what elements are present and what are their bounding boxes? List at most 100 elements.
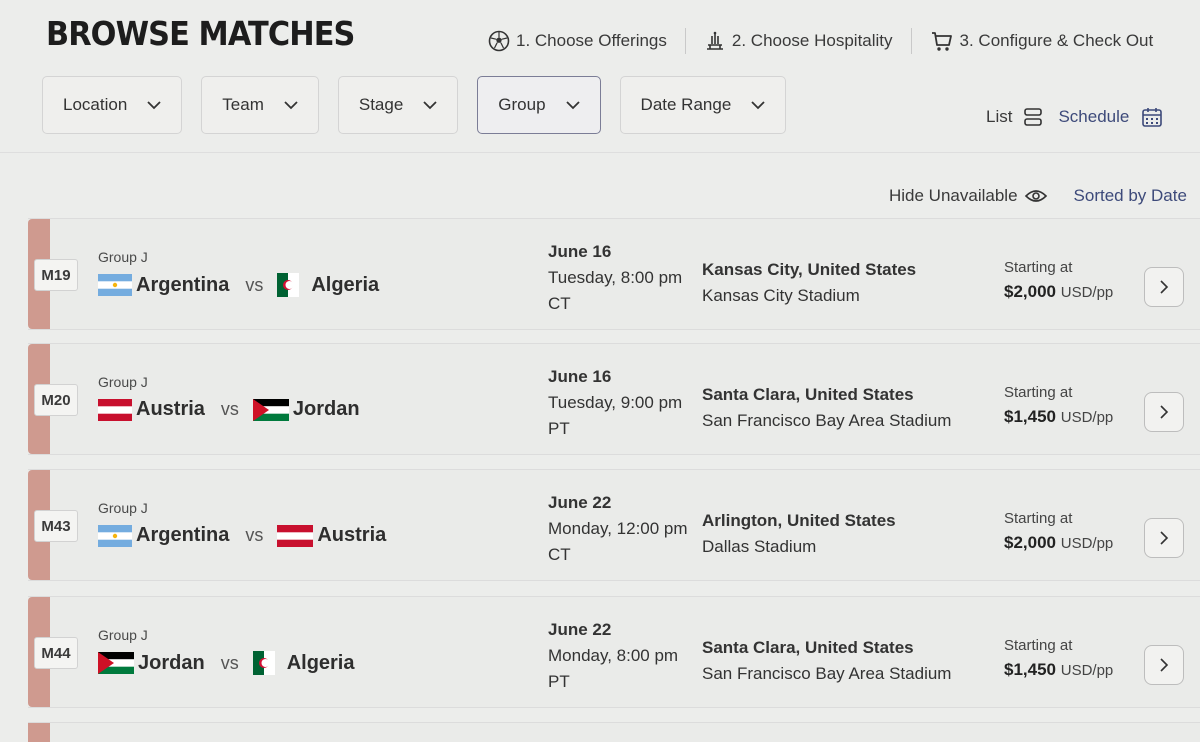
match-date-day: June 16 — [548, 242, 612, 261]
venue-stadium: San Francisco Bay Area Stadium — [702, 664, 952, 683]
group-label: Group J — [98, 500, 148, 516]
filter-label: Group — [498, 95, 546, 114]
filter-stage[interactable]: Stage — [337, 76, 459, 134]
price-unit: USD/pp — [1060, 535, 1114, 552]
filter-label: Stage — [358, 95, 404, 114]
team-1-name: Argentina — [136, 273, 230, 296]
match-day-time: Tuesday, 9:00 pm — [548, 393, 683, 412]
schedule-view-label: Schedule — [1058, 107, 1130, 126]
team-2-name: Austria — [317, 524, 387, 546]
price-amount-line: $1,450 USD/pp — [1004, 407, 1113, 427]
match-date-day: June 22 — [548, 493, 612, 512]
price-amount: $1,450 — [1004, 407, 1056, 426]
team-1-name: Austria — [136, 398, 205, 420]
list-icon — [1024, 108, 1043, 126]
match-id-badge: M44 — [34, 637, 78, 669]
hide-unavailable-label: Hide Unavailable — [889, 186, 1018, 205]
match-date: June 16 Tuesday, 9:00 pm PT — [548, 364, 682, 442]
match-date-day: June 16 — [548, 367, 612, 386]
group-label: Group J — [98, 374, 148, 390]
list-view-button[interactable]: List — [986, 107, 1044, 127]
hospitality-icon — [706, 31, 723, 50]
match-venue: Santa Clara, United States San Francisco… — [702, 382, 951, 434]
match-row[interactable]: M43 Group J Argentina vs Austria June 22… — [28, 469, 1200, 581]
price-unit: USD/pp — [1060, 409, 1114, 426]
view-toggle: List Schedule — [986, 106, 1163, 128]
algeria-flag-icon — [252, 651, 275, 675]
venue-stadium: Kansas City Stadium — [702, 286, 860, 305]
step-label: 2. Choose Hospitality — [731, 31, 893, 50]
team-2-name: Jordan — [292, 398, 360, 420]
match-price: Starting at $2,000 USD/pp — [1004, 259, 1113, 302]
match-day-time: Monday, 8:00 pm — [548, 646, 679, 665]
group-label: Group J — [98, 249, 148, 265]
open-match-button[interactable] — [1144, 267, 1184, 307]
match-row[interactable]: M20 Group J Austria vs Jordan June 16 Tu… — [28, 343, 1200, 455]
step-choose-offerings[interactable]: 1. Choose Offerings — [488, 30, 667, 52]
price-amount-line: $1,450 USD/pp — [1004, 660, 1113, 680]
chevron-right-icon — [1160, 405, 1169, 419]
price-label: Starting at — [1004, 637, 1073, 654]
vs-label: vs — [220, 399, 239, 419]
group-label: Group J — [98, 627, 148, 643]
price-amount-line: $2,000 USD/pp — [1004, 282, 1113, 302]
match-day-time: Monday, 12:00 pm — [548, 519, 688, 538]
match-timezone: PT — [548, 419, 570, 438]
venue-city: Arlington, United States — [702, 511, 896, 530]
team-1-name: Jordan — [138, 651, 205, 674]
step-configure-checkout[interactable]: 3. Configure & Check Out — [930, 30, 1153, 52]
team-2-name: Algeria — [311, 273, 380, 296]
row-accent-stripe — [28, 723, 50, 742]
match-date-day: June 22 — [548, 620, 612, 639]
filter-date-range[interactable]: Date Range — [619, 76, 787, 134]
match-price: Starting at $2,000 USD/pp — [1004, 510, 1113, 553]
hide-unavailable-toggle[interactable]: Hide Unavailable — [889, 186, 1048, 206]
austria-flag-icon — [98, 398, 132, 421]
chevron-down-icon — [284, 100, 298, 109]
open-match-button[interactable] — [1144, 518, 1184, 558]
austria-flag-icon — [277, 524, 314, 547]
filter-location[interactable]: Location — [42, 76, 183, 134]
match-venue: Kansas City, United States Kansas City S… — [702, 257, 916, 309]
step-divider — [910, 28, 912, 54]
filter-label: Team — [222, 95, 264, 114]
checkout-steps: 1. Choose Offerings 2. Choose Hospitalit… — [488, 28, 1153, 54]
team-2-name: Algeria — [286, 651, 355, 674]
match-day-time: Tuesday, 8:00 pm — [548, 268, 683, 287]
team-1-name: Argentina — [136, 524, 230, 546]
chevron-right-icon — [1160, 280, 1169, 294]
match-teams: Jordan vs Algeria — [98, 651, 355, 675]
jordan-flag-icon — [98, 652, 134, 674]
page-title: BROWSE MATCHES — [46, 14, 355, 53]
match-venue: Arlington, United States Dallas Stadium — [702, 508, 896, 560]
price-unit: USD/pp — [1060, 284, 1114, 301]
price-amount: $2,000 — [1004, 533, 1056, 552]
open-match-button[interactable] — [1144, 392, 1184, 432]
match-row[interactable]: M19 Group J Argentina vs Algeria June 16… — [28, 218, 1200, 330]
open-match-button[interactable] — [1144, 645, 1184, 685]
schedule-view-button[interactable]: Schedule — [1058, 106, 1163, 128]
soccer-ball-icon — [488, 30, 510, 52]
price-label: Starting at — [1004, 510, 1073, 527]
step-choose-hospitality[interactable]: 2. Choose Hospitality — [704, 30, 893, 52]
price-amount: $2,000 — [1004, 282, 1056, 301]
match-teams: Argentina vs Algeria — [98, 273, 379, 297]
match-timezone: CT — [548, 545, 571, 564]
venue-stadium: Dallas Stadium — [702, 537, 817, 556]
price-amount: $1,450 — [1004, 660, 1056, 679]
eye-icon — [1024, 190, 1047, 202]
calendar-icon — [1142, 108, 1163, 127]
match-price: Starting at $1,450 USD/pp — [1004, 384, 1113, 427]
match-date: June 22 Monday, 8:00 pm PT — [548, 617, 678, 695]
match-row[interactable]: M44 Group J Jordan vs Algeria June 22 Mo… — [28, 596, 1200, 708]
venue-city: Kansas City, United States — [702, 260, 917, 279]
filter-group[interactable]: Group — [477, 76, 601, 134]
match-date: June 16 Tuesday, 8:00 pm CT — [548, 239, 682, 317]
price-unit: USD/pp — [1060, 662, 1114, 679]
filter-team[interactable]: Team — [201, 76, 319, 134]
match-date: June 22 Monday, 12:00 pm CT — [548, 490, 688, 568]
chevron-right-icon — [1160, 658, 1169, 672]
vs-label: vs — [220, 652, 239, 673]
sort-dropdown[interactable]: Sorted by Date — [1074, 186, 1187, 206]
match-id-badge: M43 — [34, 510, 78, 542]
